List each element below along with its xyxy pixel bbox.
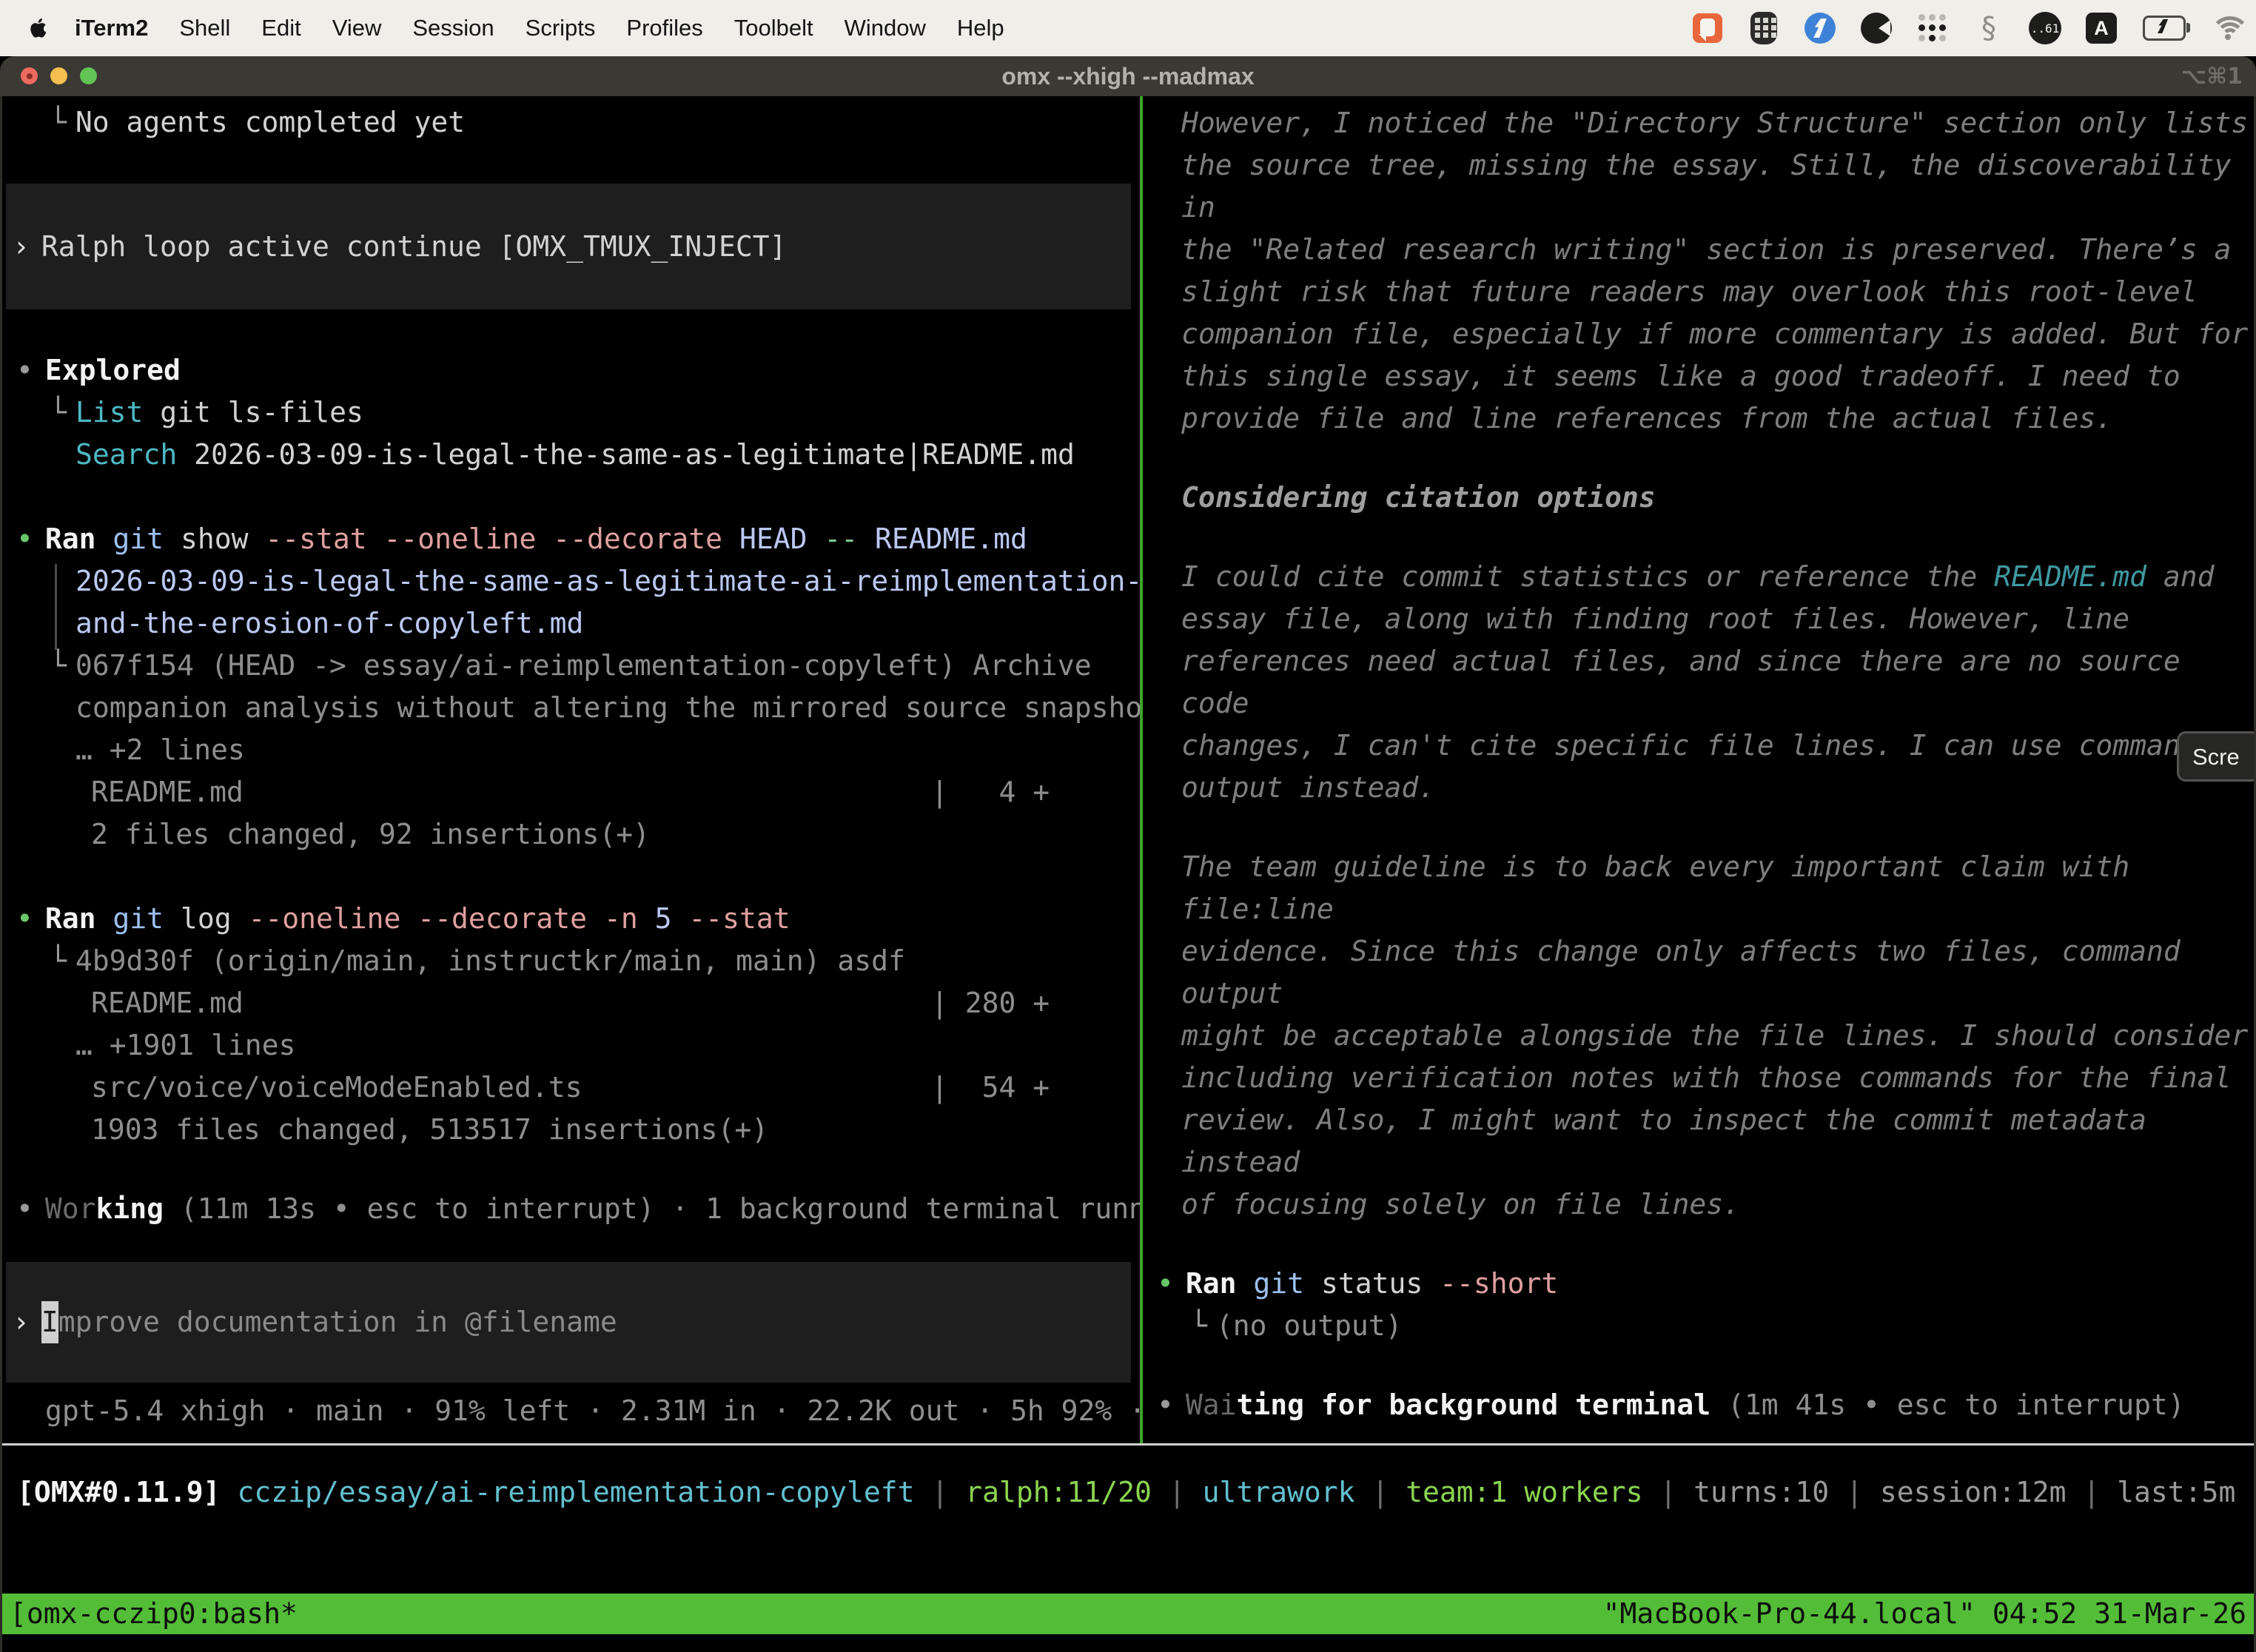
- close-button[interactable]: [21, 67, 38, 84]
- window-title: omx --xhigh --madmax: [1001, 63, 1254, 90]
- git-log-block: •Ran git log --oneline --decorate -n 5 -…: [2, 898, 1140, 1151]
- zoom-button[interactable]: [80, 67, 97, 84]
- omx-last-activity: last:5m ago: [2117, 1476, 2237, 1508]
- menu-left: iTerm2 Shell Edit View Session Scripts P…: [0, 15, 1020, 41]
- agents-status-line: └No agents completed yet: [2, 101, 1140, 144]
- blue-badge-icon[interactable]: [1803, 11, 1837, 45]
- tmux-status-bar[interactable]: [omx-cczip0:bash* "MacBook-Pro-44.local"…: [2, 1594, 2254, 1634]
- thinking-paragraph-3: The team guideline is to back every impo…: [1143, 846, 2254, 1226]
- ralph-loop-notice: ›Ralph loop active continue [OMX_TMUX_IN…: [6, 184, 1131, 309]
- thinking-heading: Considering citation options: [1143, 477, 2254, 519]
- thinking-paragraph-2: I could cite commit statistics or refere…: [1143, 556, 2254, 809]
- minimize-button[interactable]: [50, 67, 67, 84]
- git-show-block: •Ran git show --stat --oneline --decorat…: [2, 518, 1140, 856]
- tmux-session-name[interactable]: [omx-cczip0:bash*: [10, 1593, 298, 1635]
- screenshot-app-icon[interactable]: [1691, 11, 1725, 45]
- bullet-icon: •: [16, 1192, 33, 1225]
- wifi-icon[interactable]: [2210, 11, 2244, 45]
- omx-mode: ultrawork: [1203, 1476, 1355, 1508]
- terminal-area: └No agents completed yet ›Ralph loop act…: [0, 96, 2256, 1652]
- menu-item-help[interactable]: Help: [941, 15, 1020, 41]
- menu-item-session[interactable]: Session: [397, 15, 509, 41]
- omx-turns: turns:10: [1693, 1476, 1829, 1508]
- bullet-icon: •: [1157, 1267, 1174, 1300]
- right-agent-pane[interactable]: However, I noticed the "Directory Struct…: [1143, 96, 2254, 1443]
- bullet-icon: •: [1157, 1389, 1174, 1421]
- menu-item-scripts[interactable]: Scripts: [510, 15, 611, 41]
- omx-branch-path: cczip/essay/ai-reimplementation-copyleft: [237, 1476, 914, 1508]
- bullet-icon: •: [16, 902, 33, 935]
- window-titlebar[interactable]: omx --xhigh --madmax ⌥⌘1: [0, 56, 2256, 96]
- bullet-icon: •: [16, 523, 33, 555]
- readme-link[interactable]: README.md: [1994, 560, 2146, 593]
- prompt-input-left[interactable]: ›Improve documentation in @filename: [6, 1262, 1131, 1383]
- menu-item-toolbelt[interactable]: Toolbelt: [719, 15, 829, 41]
- tmux-host-clock: "MacBook-Pro-44.local" 04:52 31-Mar-26: [1603, 1593, 2246, 1635]
- prompt-chevron-icon: ›: [13, 1301, 30, 1343]
- iterm2-window: omx --xhigh --madmax ⌥⌘1 └No agents comp…: [0, 56, 2256, 1652]
- omx-session-time: session:12m: [1880, 1476, 2067, 1508]
- battery-icon[interactable]: [2141, 11, 2188, 45]
- hook-icon[interactable]: §: [1972, 11, 2006, 45]
- screen-tooltip: Scre: [2177, 731, 2254, 782]
- shield-grid-icon[interactable]: [1747, 11, 1781, 45]
- apple-menu-icon[interactable]: [30, 17, 49, 39]
- menu-item-view[interactable]: View: [317, 15, 397, 41]
- left-agent-pane[interactable]: └No agents completed yet ›Ralph loop act…: [2, 96, 1140, 1443]
- menu-status-icons: § ..61 A: [1691, 11, 2256, 45]
- working-status-line: •Working (11m 13s • esc to interrupt) · …: [2, 1188, 1140, 1230]
- bullet-icon: •: [16, 354, 33, 386]
- prompt-chevron-icon: ›: [13, 226, 30, 268]
- input-source-icon[interactable]: A: [2084, 11, 2118, 45]
- menu-item-iterm2[interactable]: iTerm2: [59, 15, 164, 41]
- menu-item-edit[interactable]: Edit: [246, 15, 316, 41]
- waiting-status-line: •Waiting for background terminal (1m 41s…: [1143, 1384, 2254, 1426]
- dots-grid-icon[interactable]: [1916, 11, 1950, 45]
- pane-bottom-border: [2, 1443, 2254, 1446]
- traffic-lights: [21, 67, 97, 84]
- omx-version: [OMX#0.11.9]: [17, 1476, 221, 1508]
- menu-item-profiles[interactable]: Profiles: [611, 15, 718, 41]
- omx-status-bar: [OMX#0.11.9] cczip/essay/ai-reimplementa…: [17, 1471, 2237, 1514]
- omx-ralph-counter: ralph:11/20: [965, 1476, 1152, 1508]
- omx-team: team:1 workers: [1406, 1476, 1642, 1508]
- text-cursor: I: [41, 1301, 58, 1343]
- window-shortcut-badge: ⌥⌘1: [2181, 64, 2243, 90]
- macos-menu-bar: iTerm2 Shell Edit View Session Scripts P…: [0, 0, 2256, 56]
- menu-item-shell[interactable]: Shell: [164, 15, 246, 41]
- battery-percent-icon[interactable]: ..61: [2028, 11, 2062, 45]
- dark-circle-icon[interactable]: [1859, 11, 1893, 45]
- git-status-block: •Ran git status --short └(no output): [1143, 1263, 2254, 1347]
- explored-block: •Explored └List git ls-files Search 2026…: [2, 349, 1140, 476]
- session-stats-left: gpt-5.4 xhigh · main · 91% left · 2.31M …: [2, 1390, 1140, 1432]
- thinking-paragraph-1: However, I noticed the "Directory Struct…: [1143, 102, 2254, 440]
- menu-item-window[interactable]: Window: [829, 15, 941, 41]
